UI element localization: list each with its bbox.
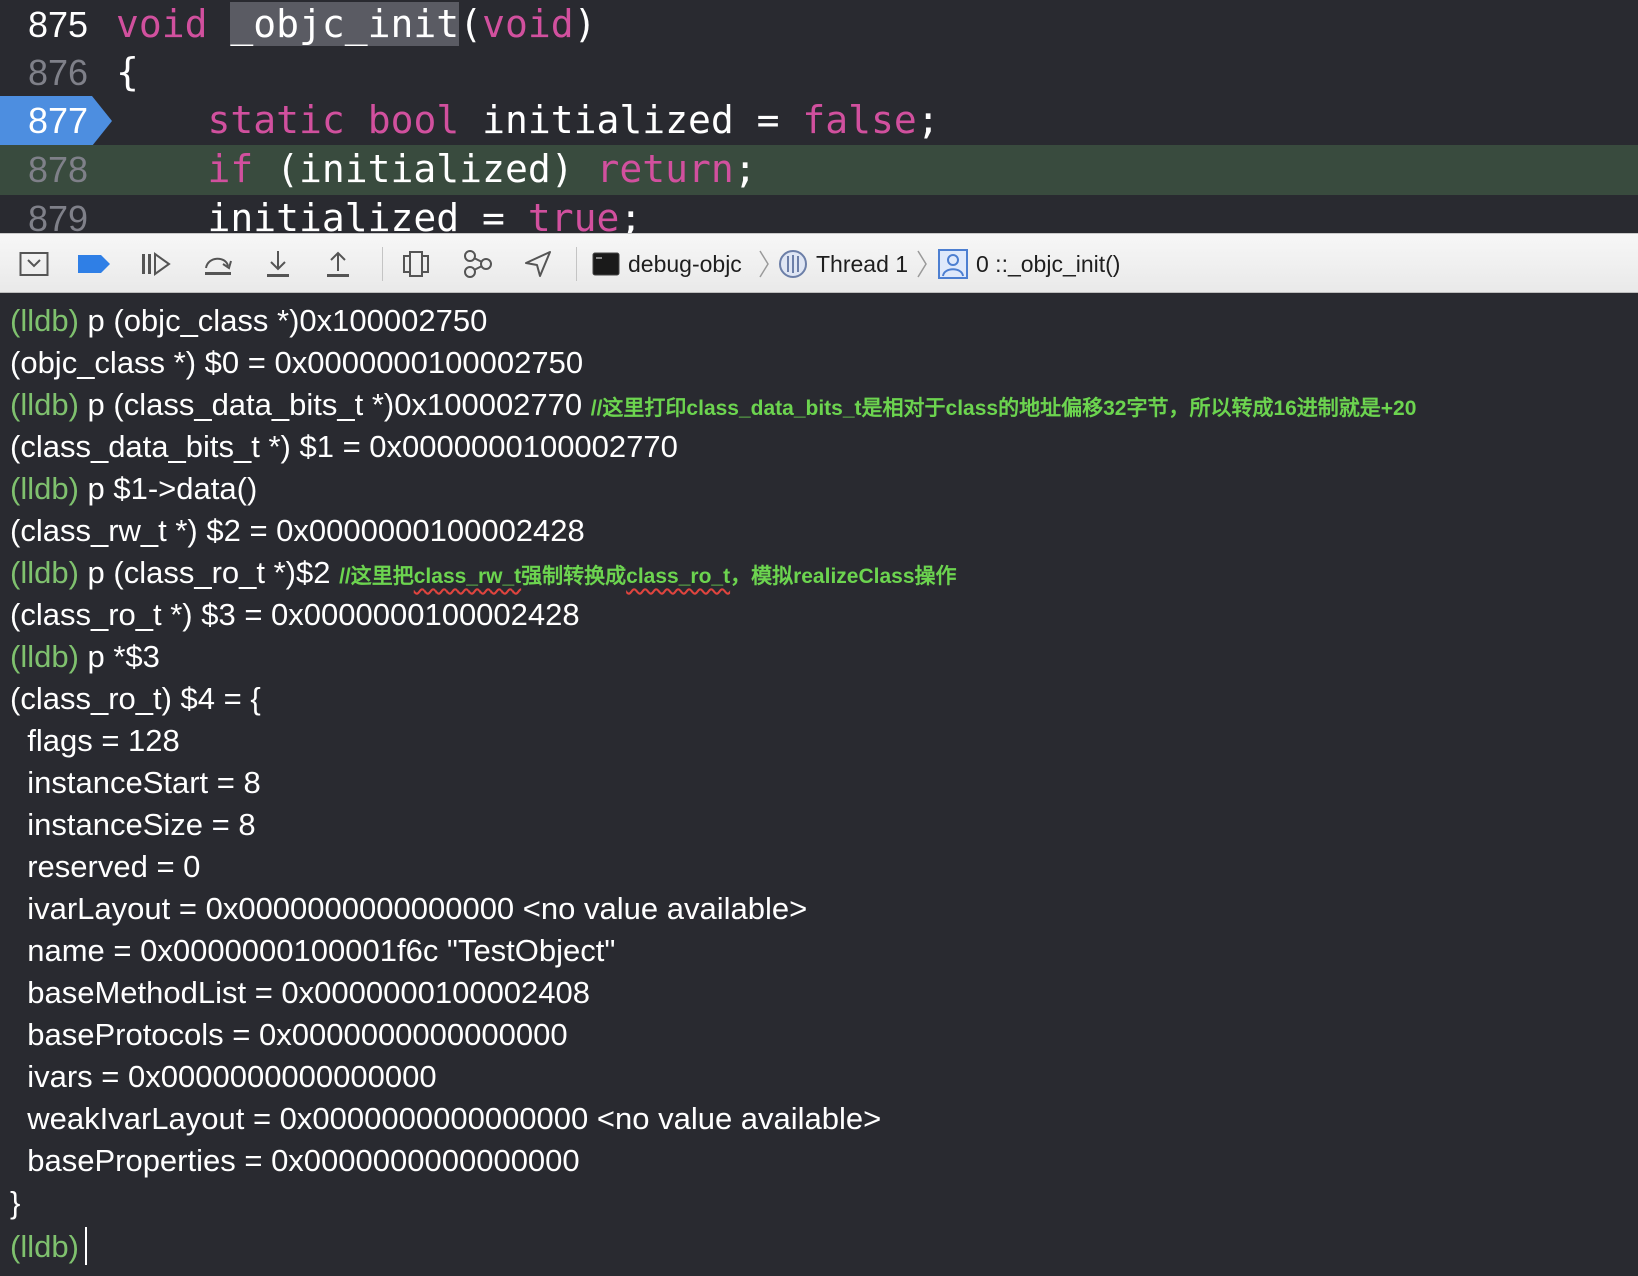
console-output-line: (class_rw_t *) $2 = 0x0000000100002428 — [10, 513, 585, 548]
simulate-location-icon[interactable] — [520, 246, 556, 282]
console-output-line: } — [10, 1185, 21, 1220]
text-cursor — [84, 1227, 87, 1265]
line-number: 876 — [28, 52, 89, 93]
code-text: void _objc_init(void) — [116, 2, 597, 46]
line-number: 875 — [28, 4, 89, 45]
lldb-console[interactable]: (lldb) p (objc_class *)0x100002750 (objc… — [0, 293, 1638, 1276]
chevron-right-icon — [758, 249, 770, 284]
code-line[interactable]: 877 static bool initialized = false; — [0, 96, 1638, 146]
code-text: static bool initialized = false; — [207, 98, 940, 142]
code-line[interactable]: 875 void _objc_init(void) — [0, 0, 1638, 50]
line-number: 879 — [28, 198, 89, 233]
console-command-line: (lldb) p (class_ro_t *)$2 //这里把class_rw_… — [10, 555, 957, 590]
console-output-line: baseProtocols = 0x0000000000000000 — [10, 1017, 568, 1052]
console-comment: //这里把class_rw_t强制转换成class_ro_t，模拟realize… — [339, 565, 957, 588]
code-text: { — [116, 50, 139, 94]
console-output-line: baseProperties = 0x0000000000000000 — [10, 1143, 580, 1178]
console-output-line: (class_ro_t) $4 = { — [10, 681, 261, 716]
source-editor[interactable]: 875 void _objc_init(void) 876 { 877 stat… — [0, 0, 1638, 233]
step-into-icon[interactable] — [260, 246, 296, 282]
console-output-line: name = 0x0000000100001f6c "TestObject" — [10, 933, 616, 968]
view-debugger-icon[interactable] — [398, 246, 434, 282]
console-command-line: (lldb) p *$3 — [10, 639, 160, 674]
step-over-icon[interactable] — [200, 246, 236, 282]
console-input-line[interactable]: (lldb) — [10, 1227, 87, 1267]
console-output-line: instanceSize = 8 — [10, 807, 256, 842]
breadcrumb-thread[interactable]: Thread 1 — [778, 248, 908, 280]
console-command-line: (lldb) p (class_data_bits_t *)0x10000277… — [10, 387, 1417, 422]
code-line[interactable]: 876 { — [0, 48, 1638, 98]
memory-graph-icon[interactable] — [460, 246, 496, 282]
console-output-line: baseMethodList = 0x0000000100002408 — [10, 975, 591, 1010]
continue-icon[interactable] — [138, 246, 174, 282]
breadcrumb-target-label: debug-objc — [628, 250, 742, 277]
breadcrumb-frame-label: 0 ::_objc_init() — [976, 250, 1121, 277]
code-text: if (initialized) return; — [207, 147, 757, 191]
breadcrumb-frame[interactable]: 0 ::_objc_init() — [938, 248, 1120, 280]
thread-icon — [779, 250, 807, 278]
breadcrumb-target[interactable]: debug-objc — [592, 248, 742, 280]
selected-text: _objc_init — [230, 2, 460, 46]
chevron-right-icon — [916, 249, 928, 284]
breakpoints-toggle-icon[interactable] — [76, 246, 112, 282]
console-output-line: (class_ro_t *) $3 = 0x0000000100002428 — [10, 597, 580, 632]
toolbar-separator — [382, 247, 383, 281]
console-comment: //这里打印class_data_bits_t是相对于class的地址偏移32字… — [590, 397, 1417, 420]
console-output-line: (class_data_bits_t *) $1 = 0x00000001000… — [10, 429, 678, 464]
user-frame-icon — [938, 249, 968, 279]
console-command-line: (lldb) p $1->data() — [10, 471, 258, 506]
line-number: 877 — [28, 100, 89, 141]
debug-bar: debug-objc Thread 1 0 ::_objc_init() — [0, 233, 1638, 293]
console-command-line: (lldb) p (objc_class *)0x100002750 — [10, 303, 488, 338]
step-out-icon[interactable] — [320, 246, 356, 282]
console-output-line: ivars = 0x0000000000000000 — [10, 1059, 437, 1094]
console-output-line: weakIvarLayout = 0x0000000000000000 <no … — [10, 1101, 882, 1136]
console-output-line: reserved = 0 — [10, 849, 201, 884]
breadcrumb-thread-label: Thread 1 — [816, 250, 909, 277]
console-output-line: flags = 128 — [10, 723, 180, 758]
terminal-icon — [592, 252, 620, 276]
code-text: initialized = true; — [116, 196, 643, 233]
line-number: 878 — [28, 149, 89, 190]
code-line[interactable]: 879 initialized = true; — [0, 194, 1638, 233]
console-output-line: (objc_class *) $0 = 0x0000000100002750 — [10, 345, 584, 380]
console-output-line: instanceStart = 8 — [10, 765, 261, 800]
toolbar-separator — [576, 247, 577, 281]
console-output-line: ivarLayout = 0x0000000000000000 <no valu… — [10, 891, 808, 926]
hide-debug-area-icon[interactable] — [16, 246, 52, 282]
current-code-line[interactable]: 878 if (initialized) return; — [0, 145, 1638, 195]
